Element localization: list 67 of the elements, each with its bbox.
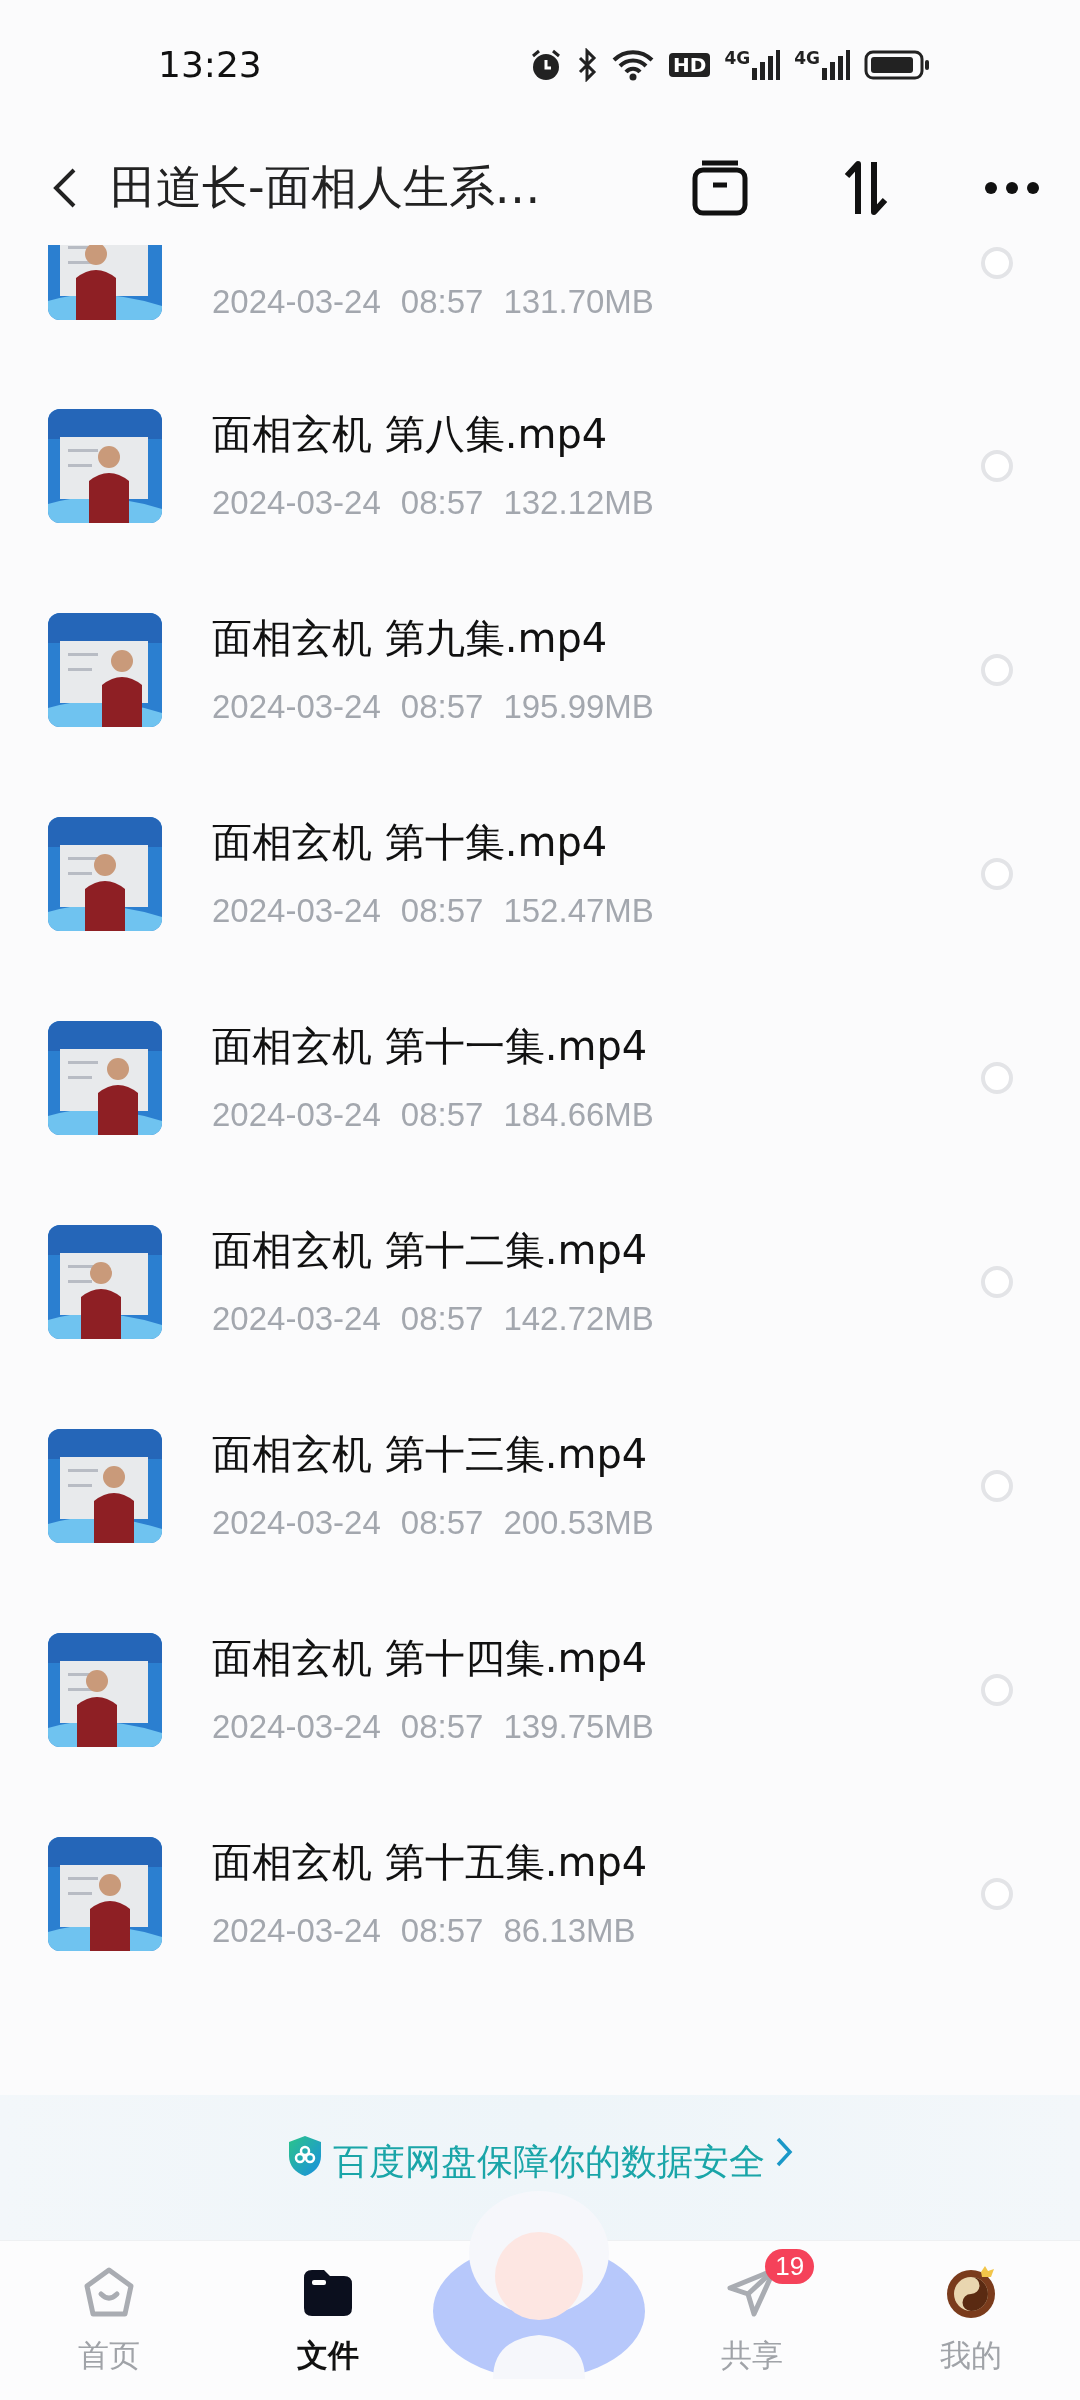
file-name: 面相玄机 第九集.mp4: [212, 614, 609, 664]
nav-tab[interactable]: 我的: [861, 2241, 1080, 2400]
select-radio[interactable]: [981, 1062, 1013, 1094]
file-name: 面相玄机 第八集.mp4: [212, 410, 609, 460]
file-date: 2024-03-24: [212, 282, 381, 322]
file-name: 面相玄机 第十三集.mp4: [212, 1430, 649, 1480]
file-size: 184.66MB: [503, 1095, 654, 1136]
file-time: 08:57: [400, 1299, 484, 1340]
file-date: 2024-03-24: [212, 483, 381, 524]
file-date: 2024-03-24: [212, 1911, 381, 1952]
file-time: 08:57: [400, 1503, 484, 1544]
file-time: 08:57: [400, 1095, 484, 1136]
sort-icon[interactable]: [844, 159, 888, 216]
status-time: 13:23: [158, 43, 262, 87]
file-date: 2024-03-24: [212, 1095, 381, 1136]
select-radio[interactable]: [981, 858, 1013, 890]
signal-icon: [752, 50, 781, 80]
notification-badge: 19: [765, 2249, 815, 2285]
file-size: 142.72MB: [503, 1299, 654, 1340]
file-time: 08:57: [400, 687, 484, 728]
archive-icon[interactable]: [692, 159, 748, 216]
file-time: 08:57: [400, 1911, 484, 1952]
bluetooth-icon: [577, 48, 598, 82]
nav-tab[interactable]: 文件: [218, 2241, 437, 2400]
file-time: 08:57: [400, 891, 484, 932]
file-size: 86.13MB: [503, 1911, 636, 1952]
file-name: 面相玄机 第十集.mp4: [212, 818, 609, 868]
select-radio[interactable]: [981, 654, 1013, 686]
file-name: 面相玄机 第十五集.mp4: [212, 1838, 649, 1888]
wifi-icon: [611, 49, 656, 81]
file-time: 08:57: [400, 483, 484, 524]
battery-icon: [864, 50, 930, 80]
network-label: 4G: [794, 50, 820, 67]
select-radio[interactable]: [981, 1674, 1013, 1706]
select-radio[interactable]: [981, 1470, 1013, 1502]
shield-icon: [287, 2135, 323, 2177]
file-time: 08:57: [400, 1707, 484, 1748]
signal-icon: [822, 50, 850, 80]
file-size: 152.47MB: [503, 891, 654, 932]
nav-tab[interactable]: 首页: [0, 2241, 219, 2400]
nav-tab[interactable]: 19 共享: [643, 2241, 862, 2400]
avatar-icon: [944, 2265, 997, 2318]
file-date: 2024-03-24: [212, 891, 381, 932]
file-name: 面相玄机 第十四集.mp4: [212, 1634, 649, 1684]
file-size: 131.70MB: [503, 282, 654, 322]
chevron-right-icon[interactable]: [775, 2135, 793, 2169]
select-radio[interactable]: [981, 1266, 1013, 1298]
home-icon: [83, 2265, 136, 2318]
file-size: 139.75MB: [503, 1707, 654, 1748]
file-date: 2024-03-24: [212, 1299, 381, 1340]
file-date: 2024-03-24: [212, 1503, 381, 1544]
file-size: 132.12MB: [503, 483, 654, 524]
file-date: 2024-03-24: [212, 687, 381, 728]
file-time: 08:57: [400, 282, 484, 322]
hd-label: HD: [669, 53, 711, 77]
file-name: 面相玄机 第十一集.mp4: [212, 1022, 649, 1072]
security-banner-text[interactable]: 百度网盘保障你的数据安全: [333, 2135, 765, 2189]
page-title: 田道长-面相人生系…: [110, 159, 542, 216]
file-size: 200.53MB: [503, 1503, 654, 1544]
file-name: 面相玄机 第十二集.mp4: [212, 1226, 649, 1276]
file-date: 2024-03-24: [212, 1707, 381, 1748]
network-label: 4G: [724, 50, 751, 67]
select-radio[interactable]: [981, 247, 1013, 279]
file-size: 195.99MB: [503, 687, 654, 728]
select-radio[interactable]: [981, 450, 1013, 482]
select-radio[interactable]: [981, 1878, 1013, 1910]
more-icon[interactable]: [984, 180, 1040, 195]
